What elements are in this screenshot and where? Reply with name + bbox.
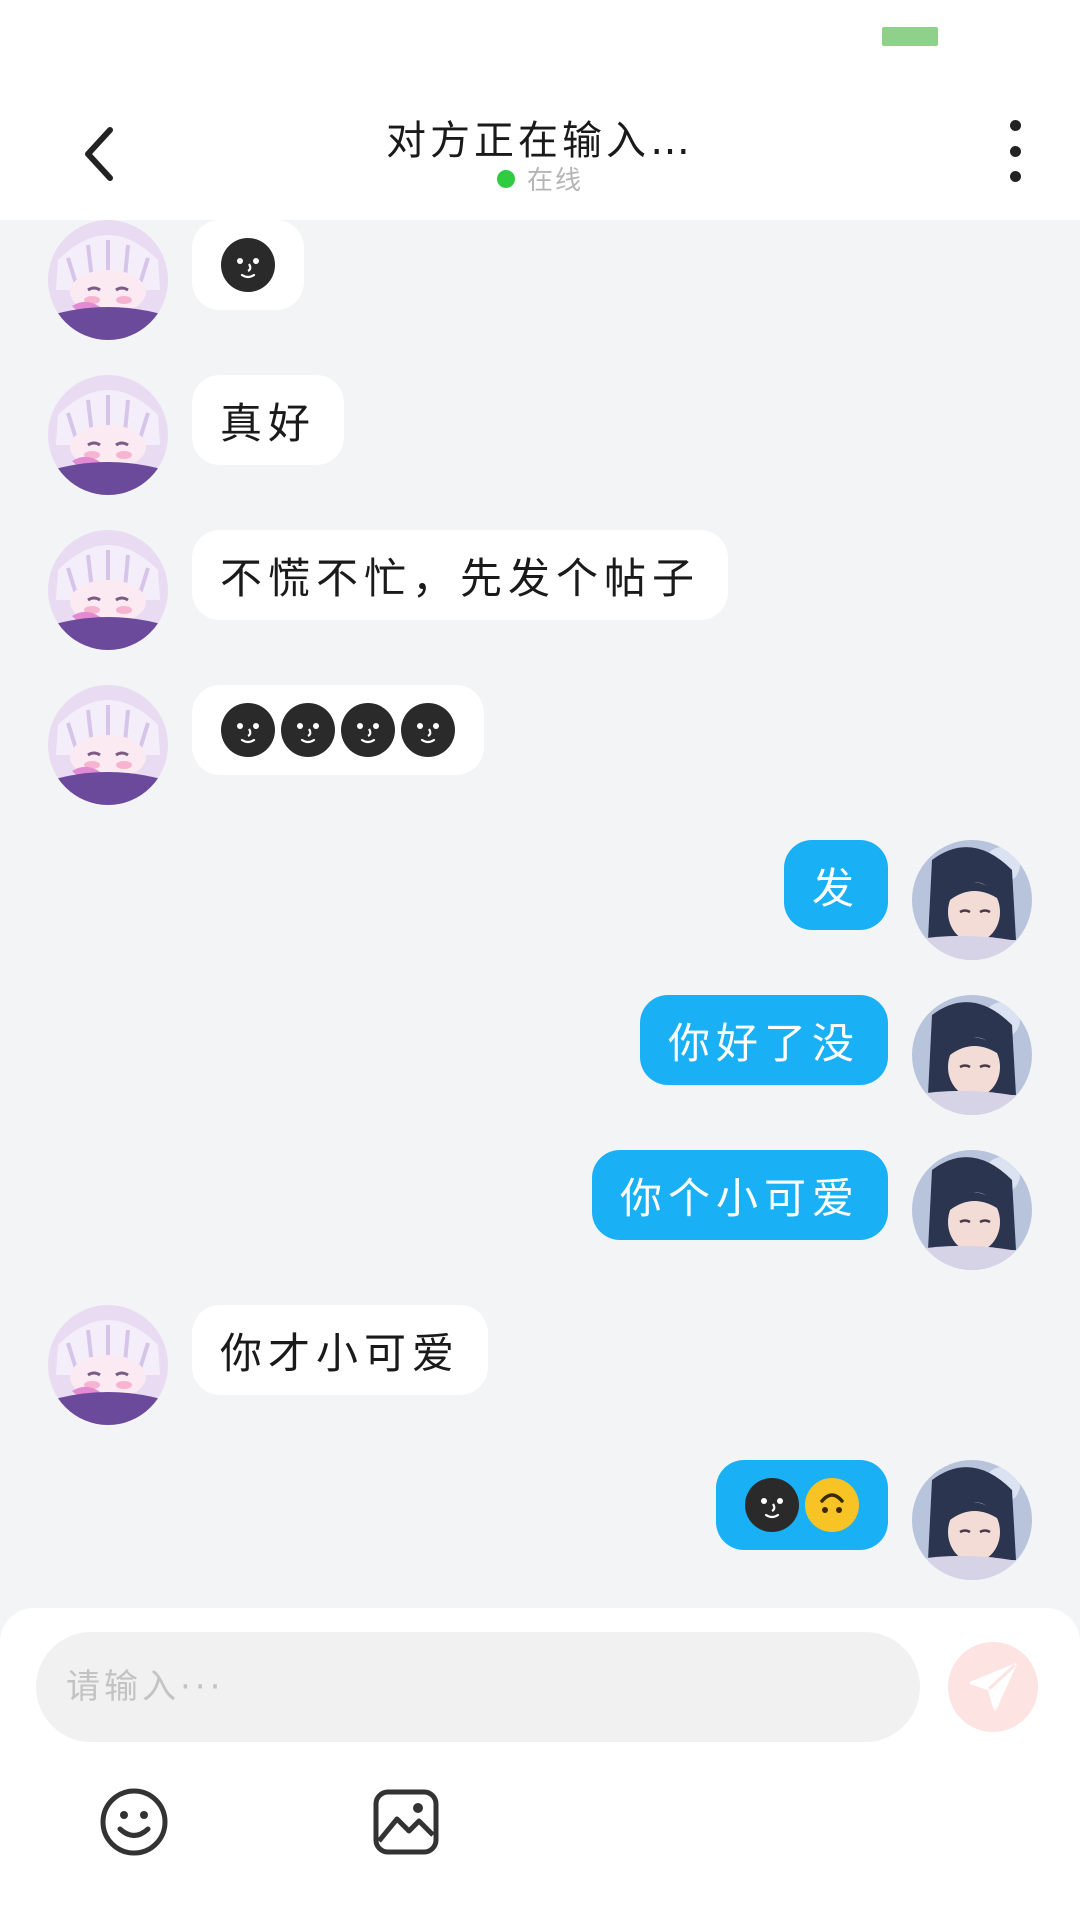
status-bar (0, 0, 1080, 96)
presence-status: 在线 (0, 160, 1080, 197)
more-vertical-icon (1009, 120, 1021, 131)
chat-title: 对方正在输入… (386, 118, 694, 164)
message-text: 发 (811, 863, 860, 913)
message-text: 你才小可爱 (220, 1328, 461, 1378)
message-bubble[interactable]: 你才小可爱 (192, 1305, 489, 1395)
emoji-bubble[interactable] (192, 220, 304, 310)
message-bubble[interactable]: 真好 (192, 375, 345, 465)
message-row-incoming (0, 220, 1080, 340)
emoji-group (220, 237, 276, 293)
online-dot-icon (496, 169, 515, 188)
message-row-outgoing: 发 (0, 840, 1080, 960)
message-row-outgoing: 你个小可爱 (0, 1150, 1080, 1270)
battery-icon (882, 27, 938, 46)
emoji-group (220, 702, 456, 758)
contact-avatar[interactable] (48, 685, 168, 805)
my-avatar[interactable] (912, 1460, 1032, 1580)
message-row-incoming: 你才小可爱 (0, 1305, 1080, 1425)
message-bubble[interactable]: 发 (783, 840, 888, 930)
composer-panel (0, 1608, 1080, 1920)
message-input[interactable] (36, 1632, 920, 1742)
my-avatar[interactable] (912, 1150, 1032, 1270)
emoji-button[interactable] (98, 1786, 170, 1858)
moon-face-icon (221, 703, 275, 757)
more-options-button[interactable] (990, 116, 1040, 186)
contact-avatar[interactable] (48, 375, 168, 495)
contact-avatar[interactable] (48, 220, 168, 340)
image-button[interactable] (370, 1786, 442, 1858)
message-row-incoming (0, 685, 1080, 805)
message-bubble[interactable]: 你个小可爱 (591, 1150, 888, 1240)
smile-icon (100, 1788, 168, 1856)
moon-face-icon (745, 1478, 799, 1532)
paper-plane-icon (969, 1663, 1017, 1711)
upside-down-face-icon (805, 1478, 859, 1532)
moon-face-icon (221, 238, 275, 292)
my-avatar[interactable] (912, 840, 1032, 960)
my-avatar[interactable] (912, 995, 1032, 1115)
message-row-incoming: 不慌不忙，先发个帖子 (0, 530, 1080, 650)
moon-face-icon (401, 703, 455, 757)
message-row-incoming: 真好 (0, 375, 1080, 495)
contact-avatar[interactable] (48, 530, 168, 650)
message-bubble[interactable]: 你好了没 (639, 995, 888, 1085)
message-row-outgoing (0, 1460, 1080, 1580)
image-icon (373, 1789, 439, 1855)
emoji-bubble[interactable] (192, 685, 484, 775)
moon-face-icon (341, 703, 395, 757)
message-text: 真好 (220, 398, 317, 448)
online-status-text: 在线 (526, 166, 583, 196)
message-text: 你个小可爱 (619, 1173, 860, 1223)
send-button[interactable] (948, 1642, 1038, 1732)
moon-face-icon (281, 703, 335, 757)
message-bubble[interactable]: 不慌不忙，先发个帖子 (192, 530, 729, 620)
emoji-bubble[interactable] (716, 1460, 888, 1550)
chat-header: 对方正在输入… 在线 (0, 96, 1080, 220)
message-text: 你好了没 (667, 1018, 860, 1068)
message-text: 不慌不忙，先发个帖子 (220, 553, 701, 603)
contact-avatar[interactable] (48, 1305, 168, 1425)
emoji-group (744, 1477, 860, 1533)
message-row-outgoing: 你好了没 (0, 995, 1080, 1115)
